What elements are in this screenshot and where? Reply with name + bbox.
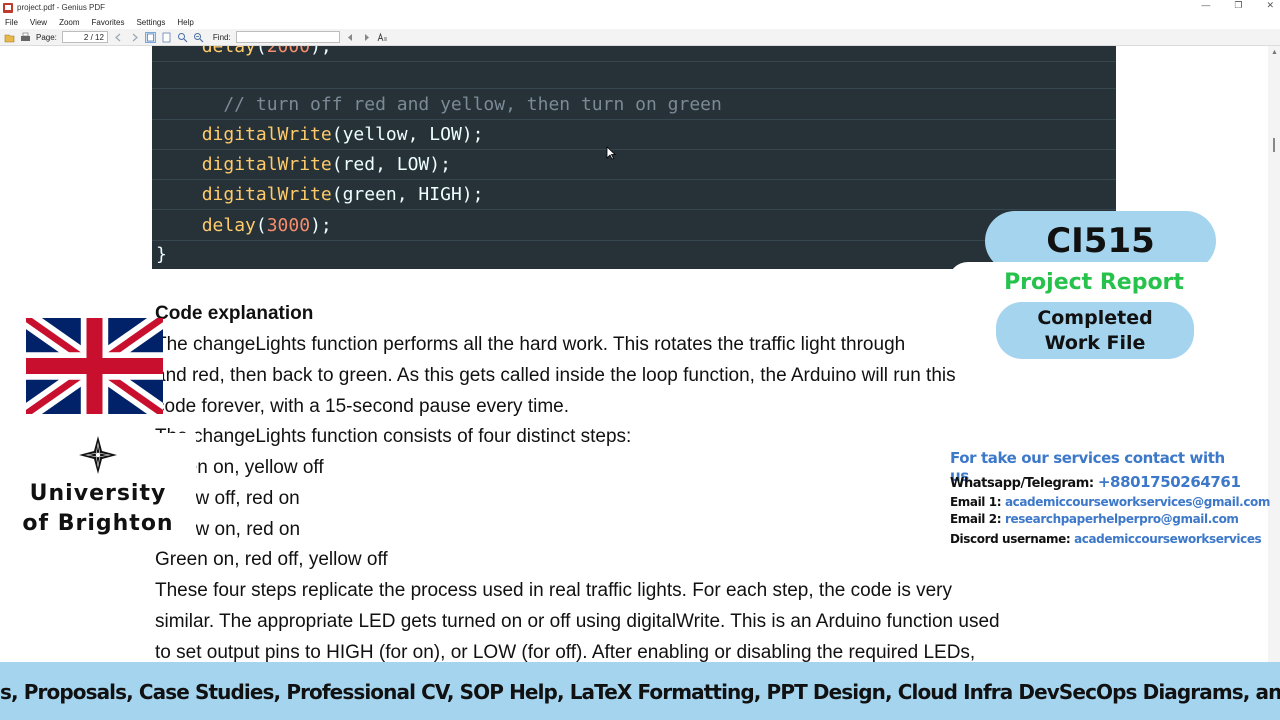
services-ribbon: s, Proposals, Case Studies, Professional…	[0, 662, 1280, 720]
project-report-label: Project Report	[948, 262, 1240, 302]
scroll-up-icon[interactable]: ▲	[1271, 49, 1278, 56]
print-icon[interactable]	[20, 32, 31, 43]
code-text: );	[310, 46, 332, 57]
menu-settings[interactable]: Settings	[136, 18, 165, 27]
zoom-in-icon[interactable]	[193, 32, 204, 43]
menu-bar: File View Zoom Favorites Settings Help	[0, 15, 1280, 29]
email1-value: academiccourseworkservices@gmail.com	[1004, 495, 1271, 509]
paragraph-line: The changeLights function consists of fo…	[155, 426, 632, 447]
code-line: digitalWrite(yellow, LOW);	[152, 120, 1116, 150]
code-function: delay	[201, 46, 256, 57]
code-text: (green, HIGH);	[331, 184, 484, 205]
scrollbar-thumb[interactable]	[1273, 138, 1275, 152]
email2-value: researchpaperhelperpro@gmail.com	[1004, 512, 1239, 526]
window-title: project.pdf - Genius PDF	[17, 3, 106, 12]
code-function: digitalWrite	[201, 154, 332, 175]
next-page-icon[interactable]	[129, 32, 140, 43]
code-line: digitalWrite(red, LOW);	[152, 150, 1116, 180]
university-logo: University of Brighton	[0, 433, 196, 541]
menu-favorites[interactable]: Favorites	[92, 18, 125, 27]
open-icon[interactable]	[4, 32, 15, 43]
whatsapp-value: +8801750264761	[1097, 473, 1241, 491]
paragraph-line: and red, then back to green. As this get…	[155, 365, 956, 386]
previous-page-icon[interactable]	[113, 32, 124, 43]
contact-box: For take our services contact with us Wh…	[946, 445, 1270, 553]
code-number: 2000	[266, 46, 311, 57]
find-next-icon[interactable]	[361, 32, 372, 43]
email2-row: Email 2: researchpaperhelperpro@gmail.co…	[950, 512, 1239, 526]
close-button[interactable]: ✕	[1266, 0, 1274, 11]
whatsapp-row: Whatsapp/Telegram: +8801750264761	[950, 473, 1241, 491]
fit-page-icon[interactable]	[144, 31, 156, 43]
find-input[interactable]	[235, 31, 340, 43]
completed-line2: Work File	[1044, 331, 1146, 354]
completed-badge: Completed Work File	[996, 302, 1194, 359]
code-function: digitalWrite	[201, 124, 332, 145]
menu-file[interactable]: File	[5, 18, 18, 27]
discord-value: academiccourseworkservices	[1074, 532, 1262, 546]
star-icon	[79, 436, 117, 474]
paragraph-line: to set output pins to HIGH (for on), or …	[155, 642, 976, 662]
menu-help[interactable]: Help	[177, 18, 193, 27]
code-line	[152, 59, 1116, 89]
code-comment: // turn off red and yellow, then turn on…	[180, 94, 722, 115]
completed-line1: Completed	[1037, 306, 1153, 329]
code-number: 3000	[266, 215, 311, 236]
code-text: );	[310, 215, 332, 236]
code-function: digitalWrite	[201, 184, 332, 205]
email1-label: Email 1:	[950, 495, 1002, 509]
menu-zoom[interactable]: Zoom	[59, 18, 79, 27]
restore-button[interactable]: ❐	[1234, 0, 1242, 11]
title-bar: project.pdf - Genius PDF — ❐ ✕	[0, 0, 1280, 15]
page-number-input[interactable]: 2 / 12	[61, 31, 108, 43]
vertical-scrollbar[interactable]: ▲	[1268, 46, 1280, 662]
university-name-line1: University	[29, 481, 167, 506]
list-item: Green on, red off, yellow off	[155, 549, 388, 570]
uk-flag-image	[26, 318, 163, 414]
email1-row: Email 1: academiccourseworkservices@gmai…	[950, 495, 1270, 509]
code-line: // turn off red and yellow, then turn on…	[152, 90, 1116, 120]
code-text: (	[255, 46, 267, 57]
zoom-out-icon[interactable]	[177, 32, 188, 43]
paragraph-line: The changeLights function performs all t…	[155, 334, 906, 355]
pdf-app-icon	[3, 2, 13, 13]
code-text: (yellow, LOW);	[331, 124, 484, 145]
university-name-line2: of Brighton	[22, 511, 174, 536]
code-block: delay(2000); // turn off red and yellow,…	[152, 46, 1116, 269]
section-heading: Code explanation	[155, 303, 314, 324]
match-case-icon[interactable]	[377, 32, 388, 43]
code-line: digitalWrite(green, HIGH);	[152, 180, 1116, 210]
paragraph-line: These four steps replicate the process u…	[155, 580, 952, 601]
discord-label: Discord username:	[950, 532, 1071, 546]
paragraph-line: code forever, with a 15-second pause eve…	[155, 396, 570, 417]
code-closing-brace: }	[156, 244, 167, 265]
code-text: (	[255, 215, 267, 236]
paragraph-line: similar. The appropriate LED gets turned…	[155, 611, 1000, 632]
toolbar: Page: 2 / 12 Find:	[0, 29, 1280, 46]
services-ribbon-text: s, Proposals, Case Studies, Professional…	[0, 680, 1280, 704]
page-label: Page:	[36, 32, 57, 42]
window-controls: — ❐ ✕	[1201, 0, 1274, 11]
code-function: delay	[201, 215, 256, 236]
mouse-cursor-icon	[606, 146, 616, 160]
discord-row: Discord username: academiccourseworkserv…	[950, 532, 1262, 546]
code-text: (red, LOW);	[331, 154, 451, 175]
minimize-button[interactable]: —	[1201, 0, 1210, 11]
menu-view[interactable]: View	[30, 18, 47, 27]
find-previous-icon[interactable]	[345, 32, 356, 43]
code-line: delay(3000);	[152, 211, 1116, 241]
find-label: Find:	[212, 32, 231, 42]
whatsapp-label: Whatsapp/Telegram:	[950, 476, 1094, 491]
email2-label: Email 2:	[950, 512, 1002, 526]
fit-width-icon[interactable]	[161, 32, 172, 43]
